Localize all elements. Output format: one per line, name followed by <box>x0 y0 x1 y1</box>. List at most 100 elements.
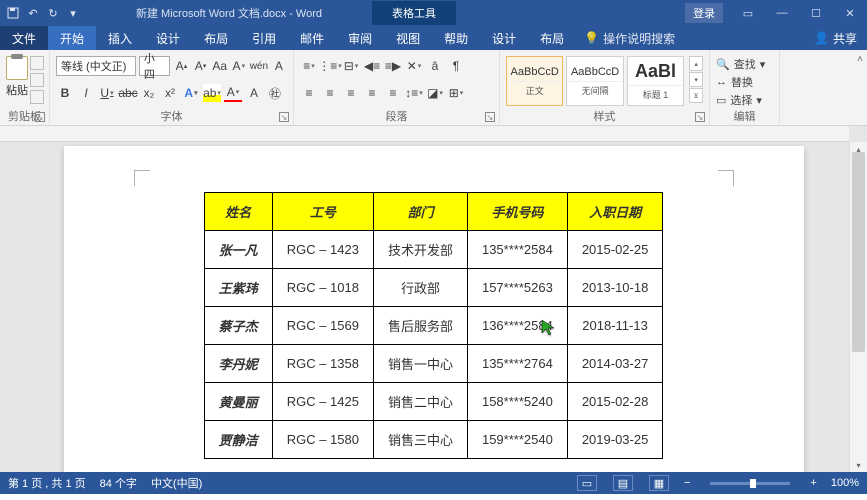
paste-button[interactable]: 粘贴 <box>6 54 28 104</box>
header-date[interactable]: 入职日期 <box>567 193 663 231</box>
zoom-out-icon[interactable]: − <box>684 477 690 489</box>
table-cell[interactable]: 销售三中心 <box>373 421 467 459</box>
zoom-level[interactable]: 100% <box>831 477 859 489</box>
superscript-button[interactable]: x² <box>161 84 179 102</box>
table-cell[interactable]: 136****2584 <box>467 307 567 345</box>
tab-file[interactable]: 文件 <box>0 26 48 50</box>
table-cell[interactable]: 159****2540 <box>467 421 567 459</box>
tab-review[interactable]: 审阅 <box>336 26 384 50</box>
zoom-slider[interactable] <box>710 482 790 485</box>
character-shading-icon[interactable]: A <box>245 84 263 102</box>
table-cell[interactable]: RGC – 1018 <box>272 269 373 307</box>
gallery-down-icon[interactable]: ▾ <box>689 72 703 87</box>
font-dialog-launcher[interactable]: ↘ <box>279 112 289 122</box>
table-cell[interactable]: 2019-03-25 <box>567 421 663 459</box>
data-table[interactable]: 姓名 工号 部门 手机号码 入职日期 张一凡RGC – 1423技术开发部135… <box>204 192 664 459</box>
table-cell[interactable]: 2015-02-25 <box>567 231 663 269</box>
align-center-icon[interactable]: ≡ <box>321 84 339 102</box>
tab-help[interactable]: 帮助 <box>432 26 480 50</box>
table-cell[interactable]: 2013-10-18 <box>567 269 663 307</box>
table-row[interactable]: 蔡子杰RGC – 1569售后服务部136****25842018-11-13 <box>204 307 663 345</box>
table-cell[interactable]: 行政部 <box>373 269 467 307</box>
table-cell[interactable]: 技术开发部 <box>373 231 467 269</box>
tab-references[interactable]: 引用 <box>240 26 288 50</box>
table-cell[interactable]: 157****5263 <box>467 269 567 307</box>
tab-mailings[interactable]: 邮件 <box>288 26 336 50</box>
decrease-indent-icon[interactable]: ◀≡ <box>363 57 381 75</box>
table-cell[interactable]: 2014-03-27 <box>567 345 663 383</box>
maximize-icon[interactable]: ☐ <box>799 0 833 26</box>
replace-button[interactable]: ↔替换 <box>716 74 773 90</box>
print-layout-icon[interactable]: ▤ <box>613 475 633 491</box>
table-cell[interactable]: RGC – 1423 <box>272 231 373 269</box>
table-cell[interactable]: 贾静洁 <box>204 421 272 459</box>
table-row[interactable]: 黄曼丽RGC – 1425销售二中心158****52402015-02-28 <box>204 383 663 421</box>
clear-formatting-icon[interactable]: A <box>231 57 247 75</box>
table-cell[interactable]: 135****2584 <box>467 231 567 269</box>
bold-button[interactable]: B <box>56 84 74 102</box>
table-cell[interactable]: 135****2764 <box>467 345 567 383</box>
table-cell[interactable]: 蔡子杰 <box>204 307 272 345</box>
table-cell[interactable]: 销售一中心 <box>373 345 467 383</box>
table-row[interactable]: 张一凡RGC – 1423技术开发部135****25842015-02-25 <box>204 231 663 269</box>
select-button[interactable]: ▭选择▾ <box>716 92 773 108</box>
gallery-up-icon[interactable]: ▴ <box>689 56 703 71</box>
font-name-combo[interactable]: 等线 (中文正) <box>56 56 136 76</box>
style-heading1[interactable]: AaBl标题 1 <box>627 56 684 106</box>
table-cell[interactable]: 售后服务部 <box>373 307 467 345</box>
tab-table-design[interactable]: 设计 <box>480 26 528 50</box>
tab-table-layout[interactable]: 布局 <box>528 26 576 50</box>
grow-font-icon[interactable]: A▴ <box>173 57 189 75</box>
table-cell[interactable]: RGC – 1580 <box>272 421 373 459</box>
line-spacing-icon[interactable]: ↕≡ <box>405 84 423 102</box>
distributed-icon[interactable]: ≡ <box>384 84 402 102</box>
subscript-button[interactable]: x₂ <box>140 84 158 102</box>
share-button[interactable]: 👤 共享 <box>804 30 867 47</box>
copy-icon[interactable] <box>30 73 44 87</box>
multilevel-list-icon[interactable]: ⊟ <box>342 57 360 75</box>
header-name[interactable]: 姓名 <box>204 193 272 231</box>
format-painter-icon[interactable] <box>30 90 44 104</box>
read-mode-icon[interactable]: ▭ <box>577 475 597 491</box>
word-count[interactable]: 84 个字 <box>100 475 137 491</box>
header-dept[interactable]: 部门 <box>373 193 467 231</box>
table-header-row[interactable]: 姓名 工号 部门 手机号码 入职日期 <box>204 193 663 231</box>
phonetic-guide-icon[interactable]: wén <box>250 57 268 75</box>
underline-button[interactable]: U <box>98 84 116 102</box>
tab-insert[interactable]: 插入 <box>96 26 144 50</box>
minimize-icon[interactable]: — <box>765 0 799 26</box>
undo-icon[interactable]: ↶ <box>26 6 40 20</box>
strikethrough-button[interactable]: abc <box>119 84 137 102</box>
scroll-thumb[interactable] <box>852 152 865 352</box>
cut-icon[interactable] <box>30 56 44 70</box>
ribbon-options-icon[interactable]: ▭ <box>731 0 765 26</box>
italic-button[interactable]: I <box>77 84 95 102</box>
text-effects-icon[interactable]: A <box>182 84 200 102</box>
justify-icon[interactable]: ≡ <box>363 84 381 102</box>
sort-icon[interactable]: â <box>426 57 444 75</box>
change-case-icon[interactable]: Aa <box>212 57 228 75</box>
web-layout-icon[interactable]: ▦ <box>649 475 669 491</box>
page-indicator[interactable]: 第 1 页 , 共 1 页 <box>8 475 86 491</box>
save-icon[interactable] <box>6 6 20 20</box>
bullets-icon[interactable]: ≡ <box>300 57 318 75</box>
zoom-in-icon[interactable]: + <box>810 477 816 489</box>
paragraph-dialog-launcher[interactable]: ↘ <box>485 112 495 122</box>
table-cell[interactable]: RGC – 1425 <box>272 383 373 421</box>
show-hide-icon[interactable]: ¶ <box>447 57 465 75</box>
collapse-ribbon-icon[interactable]: ˄ <box>857 54 863 65</box>
shading-icon[interactable]: ◪ <box>426 84 444 102</box>
table-row[interactable]: 李丹妮RGC – 1358销售一中心135****27642014-03-27 <box>204 345 663 383</box>
character-border-icon[interactable]: A <box>271 57 287 75</box>
table-cell[interactable]: 2015-02-28 <box>567 383 663 421</box>
increase-indent-icon[interactable]: ≡▶ <box>384 57 402 75</box>
table-row[interactable]: 王紫玮RGC – 1018行政部157****52632013-10-18 <box>204 269 663 307</box>
style-no-spacing[interactable]: AaBbCcD无间隔 <box>566 56 623 106</box>
page-canvas[interactable]: 姓名 工号 部门 手机号码 入职日期 张一凡RGC – 1423技术开发部135… <box>64 146 804 472</box>
scroll-down-icon[interactable]: ▾ <box>850 458 867 472</box>
styles-dialog-launcher[interactable]: ↘ <box>695 112 705 122</box>
language-indicator[interactable]: 中文(中国) <box>151 475 202 491</box>
find-button[interactable]: 🔍查找▾ <box>716 56 773 72</box>
table-cell[interactable]: RGC – 1569 <box>272 307 373 345</box>
style-normal[interactable]: AaBbCcD正文 <box>506 56 563 106</box>
